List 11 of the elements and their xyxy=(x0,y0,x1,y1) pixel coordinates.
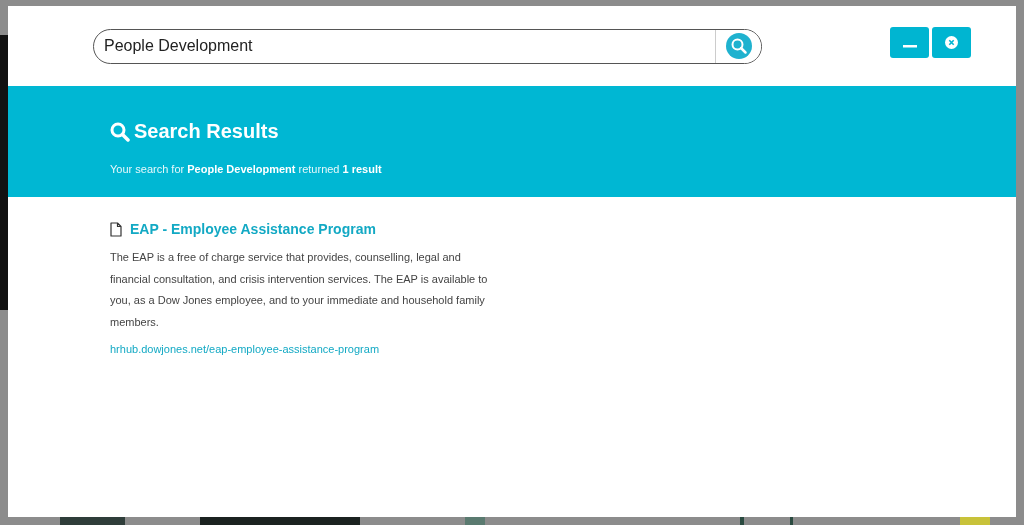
results-summary: Your search for People Development returned 1 result xyxy=(110,163,383,175)
search-icon xyxy=(725,33,752,59)
minimize-icon xyxy=(902,45,917,49)
search-icon xyxy=(110,121,130,142)
close-icon xyxy=(945,35,958,49)
search-button[interactable] xyxy=(715,29,761,63)
close-button[interactable] xyxy=(932,26,971,58)
document-icon xyxy=(110,221,122,237)
result-description: The EAP is a free of charge service that provides, counselling, legal and financial consultation, and crisis intervention services. The EAP is available to you, as a Dow Jones employee, and to your immediate and household family members. xyxy=(110,250,489,330)
minimize-button[interactable] xyxy=(890,26,929,58)
results-title: Search Results xyxy=(134,120,279,143)
